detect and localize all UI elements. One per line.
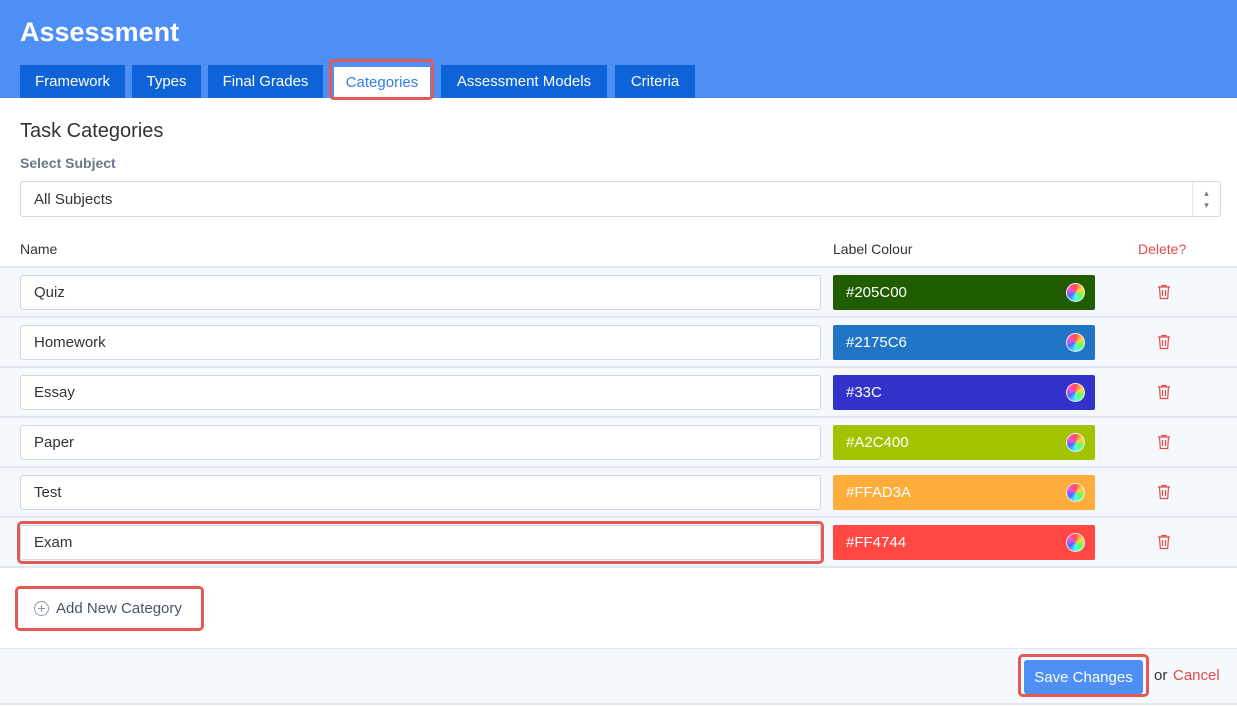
color-wheel-icon[interactable] bbox=[1066, 383, 1085, 402]
column-header-colour: Label Colour bbox=[833, 241, 913, 257]
category-name-input[interactable]: Exam bbox=[20, 525, 821, 560]
colour-value: #205C00 bbox=[846, 284, 907, 301]
column-header-delete: Delete? bbox=[1138, 241, 1187, 257]
trash-icon[interactable] bbox=[1157, 484, 1171, 500]
category-name-input[interactable]: Test bbox=[20, 475, 821, 510]
subject-select[interactable]: All Subjects ▴ ▾ bbox=[20, 181, 1221, 217]
color-wheel-icon[interactable] bbox=[1066, 333, 1085, 352]
category-row: Quiz #205C00 bbox=[0, 266, 1237, 316]
save-button[interactable]: Save Changes bbox=[1024, 660, 1143, 694]
color-wheel-icon[interactable] bbox=[1066, 433, 1085, 452]
label-colour-input[interactable]: #FFAD3A bbox=[833, 475, 1095, 510]
tab-assessment-models[interactable]: Assessment Models bbox=[441, 65, 607, 98]
tab-categories[interactable]: Categories bbox=[334, 67, 430, 98]
label-colour-input[interactable]: #33C bbox=[833, 375, 1095, 410]
label-colour-input[interactable]: #2175C6 bbox=[833, 325, 1095, 360]
colour-value: #33C bbox=[846, 384, 882, 401]
category-row: Paper #A2C400 bbox=[0, 416, 1237, 466]
category-name-input[interactable]: Paper bbox=[20, 425, 821, 460]
label-colour-input[interactable]: #A2C400 bbox=[833, 425, 1095, 460]
form-footer: Save Changes or Cancel bbox=[0, 648, 1237, 705]
add-category-button[interactable]: Add New Category bbox=[20, 588, 200, 628]
tab-types[interactable]: Types bbox=[132, 65, 201, 98]
tab-criteria[interactable]: Criteria bbox=[615, 65, 695, 98]
category-name-input[interactable]: Quiz bbox=[20, 275, 821, 310]
cancel-link[interactable]: Cancel bbox=[1173, 667, 1220, 684]
category-row: Essay #33C bbox=[0, 366, 1237, 416]
color-wheel-icon[interactable] bbox=[1066, 533, 1085, 552]
tab-final-grades[interactable]: Final Grades bbox=[208, 65, 323, 98]
category-row: Exam #FF4744 bbox=[0, 516, 1237, 568]
label-colour-input[interactable]: #205C00 bbox=[833, 275, 1095, 310]
tab-framework[interactable]: Framework bbox=[20, 65, 125, 98]
subject-select-value: All Subjects bbox=[34, 190, 113, 208]
category-row: Homework #2175C6 bbox=[0, 316, 1237, 366]
color-wheel-icon[interactable] bbox=[1066, 283, 1085, 302]
select-subject-label: Select Subject bbox=[20, 155, 116, 171]
colour-value: #2175C6 bbox=[846, 334, 907, 351]
colour-value: #A2C400 bbox=[846, 434, 909, 451]
label-colour-input[interactable]: #FF4744 bbox=[833, 525, 1095, 560]
column-header-name: Name bbox=[20, 241, 58, 257]
trash-icon[interactable] bbox=[1157, 334, 1171, 350]
plus-circle-icon bbox=[34, 600, 49, 616]
colour-value: #FFAD3A bbox=[846, 484, 912, 501]
page-title: Assessment bbox=[20, 17, 180, 47]
add-category-label: Add New Category bbox=[56, 599, 182, 617]
category-name-input[interactable]: Homework bbox=[20, 325, 821, 360]
section-title: Task Categories bbox=[20, 120, 164, 142]
trash-icon[interactable] bbox=[1157, 534, 1171, 550]
trash-icon[interactable] bbox=[1157, 284, 1171, 300]
or-text: or bbox=[1154, 667, 1168, 684]
category-name-input[interactable]: Essay bbox=[20, 375, 821, 410]
chevron-updown-icon: ▴ ▾ bbox=[1192, 182, 1220, 216]
colour-value: #FF4744 bbox=[846, 534, 907, 551]
trash-icon[interactable] bbox=[1157, 384, 1171, 400]
trash-icon[interactable] bbox=[1157, 434, 1171, 450]
main-content: Task Categories Select Subject All Subje… bbox=[0, 98, 1237, 707]
category-row: Test #FFAD3A bbox=[0, 466, 1237, 516]
app-header: Assessment Framework Types Final Grades … bbox=[0, 0, 1237, 98]
color-wheel-icon[interactable] bbox=[1066, 483, 1085, 502]
